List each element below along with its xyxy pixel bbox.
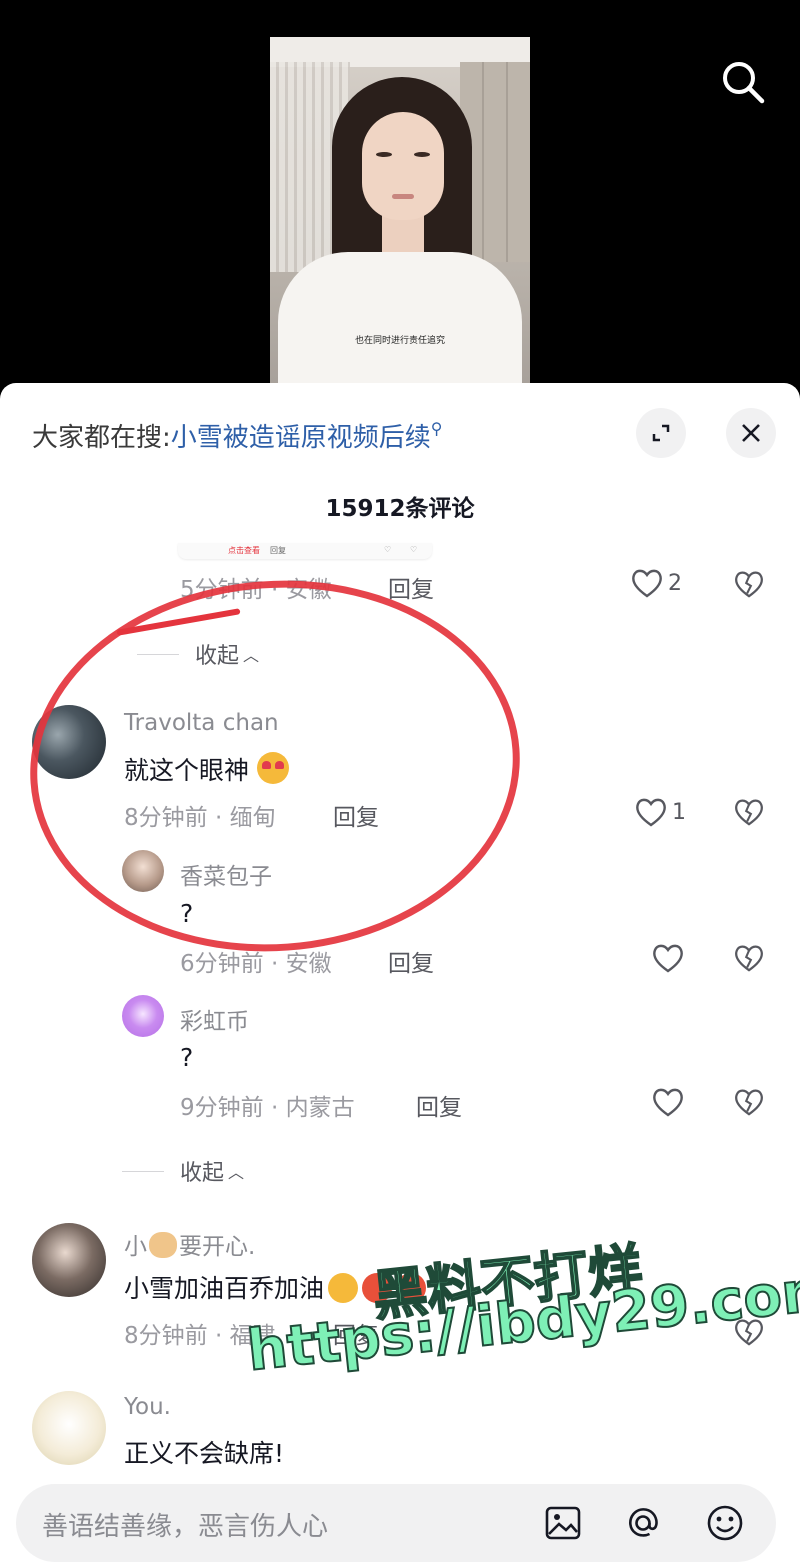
video-player[interactable]: 也在同时进行责任追究 bbox=[0, 0, 800, 400]
dislike-button[interactable] bbox=[733, 797, 765, 831]
red-marker-circle bbox=[17, 564, 533, 968]
dislike-button[interactable] bbox=[733, 943, 765, 977]
avatar[interactable] bbox=[122, 995, 164, 1037]
dislike-button[interactable] bbox=[733, 1087, 765, 1121]
image-icon bbox=[545, 1506, 581, 1540]
comment-input-placeholder: 善语结善缘，恶言伤人心 bbox=[42, 1512, 329, 1542]
video-person-eye bbox=[376, 152, 392, 157]
smiley-icon bbox=[707, 1505, 743, 1541]
reply-username[interactable]: 彩虹币 bbox=[180, 1002, 249, 1036]
avatar[interactable] bbox=[32, 1391, 106, 1465]
heart-icon bbox=[653, 1088, 683, 1117]
chevron-up-icon: ︿ bbox=[228, 1163, 245, 1182]
comment-text-body: 小雪加油百乔加油 bbox=[124, 1274, 325, 1303]
reply-button[interactable]: 回复 bbox=[388, 944, 434, 978]
trending-search-label: 大家都在搜: bbox=[32, 423, 171, 453]
card-left-label: 点击查看 bbox=[228, 546, 260, 555]
heart-icon bbox=[632, 569, 662, 598]
comment-text: 正义不会缺席! bbox=[124, 1439, 285, 1468]
like-count: 1 bbox=[672, 799, 686, 825]
like-button[interactable]: 1 bbox=[634, 796, 686, 828]
video-person-mouth bbox=[392, 194, 414, 199]
broken-heart-icon bbox=[735, 945, 763, 972]
mention-button[interactable] bbox=[622, 1502, 664, 1544]
trending-search-bar[interactable]: 大家都在搜:小雪被造谣原视频后续⚲ bbox=[32, 417, 443, 454]
dog-emoji-icon bbox=[149, 1232, 177, 1258]
reply-card-clipped[interactable]: 点击查看 回复 ♡ ♡ bbox=[178, 543, 432, 559]
trending-search-keyword[interactable]: 小雪被造谣原视频后续 bbox=[171, 423, 431, 453]
comment-input[interactable]: 善语结善缘，恶言伤人心 bbox=[16, 1484, 776, 1562]
video-person-face bbox=[362, 112, 444, 220]
close-icon bbox=[742, 424, 760, 442]
reply-meta: 9分钟前 · 内蒙古 bbox=[180, 1095, 355, 1121]
avatar[interactable] bbox=[32, 1223, 106, 1297]
username-suffix: 要开心. bbox=[179, 1234, 256, 1260]
like-count: 2 bbox=[668, 570, 682, 596]
reply-text: ? bbox=[180, 1043, 194, 1072]
like-button[interactable] bbox=[651, 942, 685, 974]
comment-username[interactable]: You. bbox=[124, 1394, 171, 1420]
reply-button[interactable]: 回复 bbox=[388, 570, 434, 604]
card-right-label: 回复 bbox=[270, 546, 286, 555]
reply-button[interactable]: 回复 bbox=[416, 1088, 462, 1122]
dislike-button[interactable] bbox=[733, 569, 765, 603]
divider bbox=[122, 1170, 164, 1172]
emoji-button[interactable] bbox=[704, 1502, 746, 1544]
heart-icon bbox=[636, 798, 666, 827]
collapse-label: 收起 bbox=[180, 1161, 225, 1186]
small-search-icon: ⚲ bbox=[430, 419, 443, 438]
video-person-eye bbox=[414, 152, 430, 157]
grin-emoji-icon bbox=[328, 1273, 359, 1303]
close-button[interactable] bbox=[726, 408, 776, 458]
username-prefix: 小 bbox=[124, 1234, 147, 1260]
like-button[interactable]: 2 bbox=[630, 567, 682, 599]
broken-heart-icon bbox=[735, 799, 763, 826]
broken-heart-icon bbox=[735, 1089, 763, 1116]
search-icon bbox=[723, 62, 765, 104]
comment-count: 15912条评论 bbox=[325, 496, 475, 522]
collapse-replies-button[interactable]: 收起 ︿ bbox=[122, 1155, 244, 1187]
image-button[interactable] bbox=[542, 1502, 584, 1544]
broken-heart-icon bbox=[735, 571, 763, 598]
card-dislike-icon: ♡ bbox=[410, 545, 418, 554]
like-button[interactable] bbox=[651, 1086, 685, 1118]
expand-button[interactable] bbox=[636, 408, 686, 458]
search-button[interactable] bbox=[716, 55, 768, 107]
at-icon bbox=[629, 1508, 658, 1537]
video-subtitle: 也在同时进行责任追究 bbox=[354, 336, 445, 346]
expand-icon bbox=[652, 424, 670, 442]
comment-username[interactable]: 小 要开心. bbox=[124, 1227, 255, 1261]
heart-icon bbox=[653, 944, 683, 973]
comment-sheet: 大家都在搜:小雪被造谣原视频后续⚲ 15912条评论 点击查看 回复 ♡ ♡ 5… bbox=[0, 383, 800, 1565]
video-person-shirt bbox=[278, 252, 522, 387]
card-heart-icon: ♡ bbox=[384, 545, 392, 554]
video-frame[interactable]: 也在同时进行责任追究 bbox=[270, 37, 530, 387]
